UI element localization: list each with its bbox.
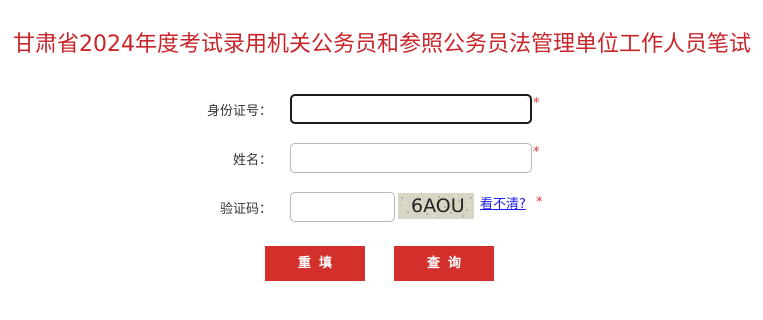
captcha-refresh-link[interactable]: 看不清? (480, 193, 526, 212)
name-row: 姓名： * (0, 142, 763, 174)
id-number-label: 身份证号： (206, 104, 272, 119)
id-number-row: 身份证号： * (0, 93, 763, 125)
captcha-input[interactable] (290, 192, 395, 222)
captcha-image[interactable]: 6AOU (398, 193, 474, 219)
required-mark: * (536, 195, 543, 210)
required-mark: * (533, 145, 540, 160)
name-input[interactable] (290, 143, 532, 173)
name-label: 姓名： (232, 153, 272, 168)
required-mark: * (533, 96, 540, 111)
captcha-label: 验证码： (219, 202, 272, 217)
id-number-input[interactable] (290, 94, 532, 124)
page-title: 甘肃省2024年度考试录用机关公务员和参照公务员法管理单位工作人员笔试 (13, 32, 751, 57)
captcha-row: 验证码： 6AOU 看不清? * (0, 191, 763, 223)
query-button[interactable]: 查询 (394, 246, 494, 281)
captcha-text: 6AOU (411, 195, 465, 217)
query-page: 甘肃省2024年度考试录用机关公务员和参照公务员法管理单位工作人员笔试 身份证号… (0, 0, 763, 320)
reset-button[interactable]: 重填 (265, 246, 365, 281)
